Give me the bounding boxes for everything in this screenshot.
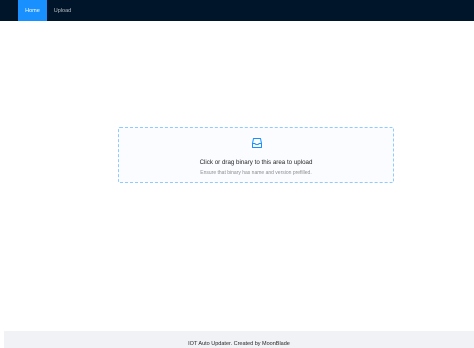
footer: IOT Auto Updater. Created by MoonBlade	[4, 331, 474, 348]
upload-dropzone[interactable]: Click or drag binary to this area to upl…	[118, 127, 394, 183]
upload-instruction: Click or drag binary to this area to upl…	[199, 159, 313, 166]
upload-hint: Ensure that binary has name and version …	[200, 170, 312, 176]
inbox-icon	[252, 138, 262, 148]
nav-item-upload[interactable]: Upload	[47, 0, 78, 21]
main-content: Click or drag binary to this area to upl…	[0, 21, 474, 331]
nav-item-home[interactable]: Home	[18, 0, 47, 21]
footer-text: IOT Auto Updater. Created by MoonBlade	[188, 341, 290, 347]
top-navbar: Home Upload	[0, 0, 474, 21]
